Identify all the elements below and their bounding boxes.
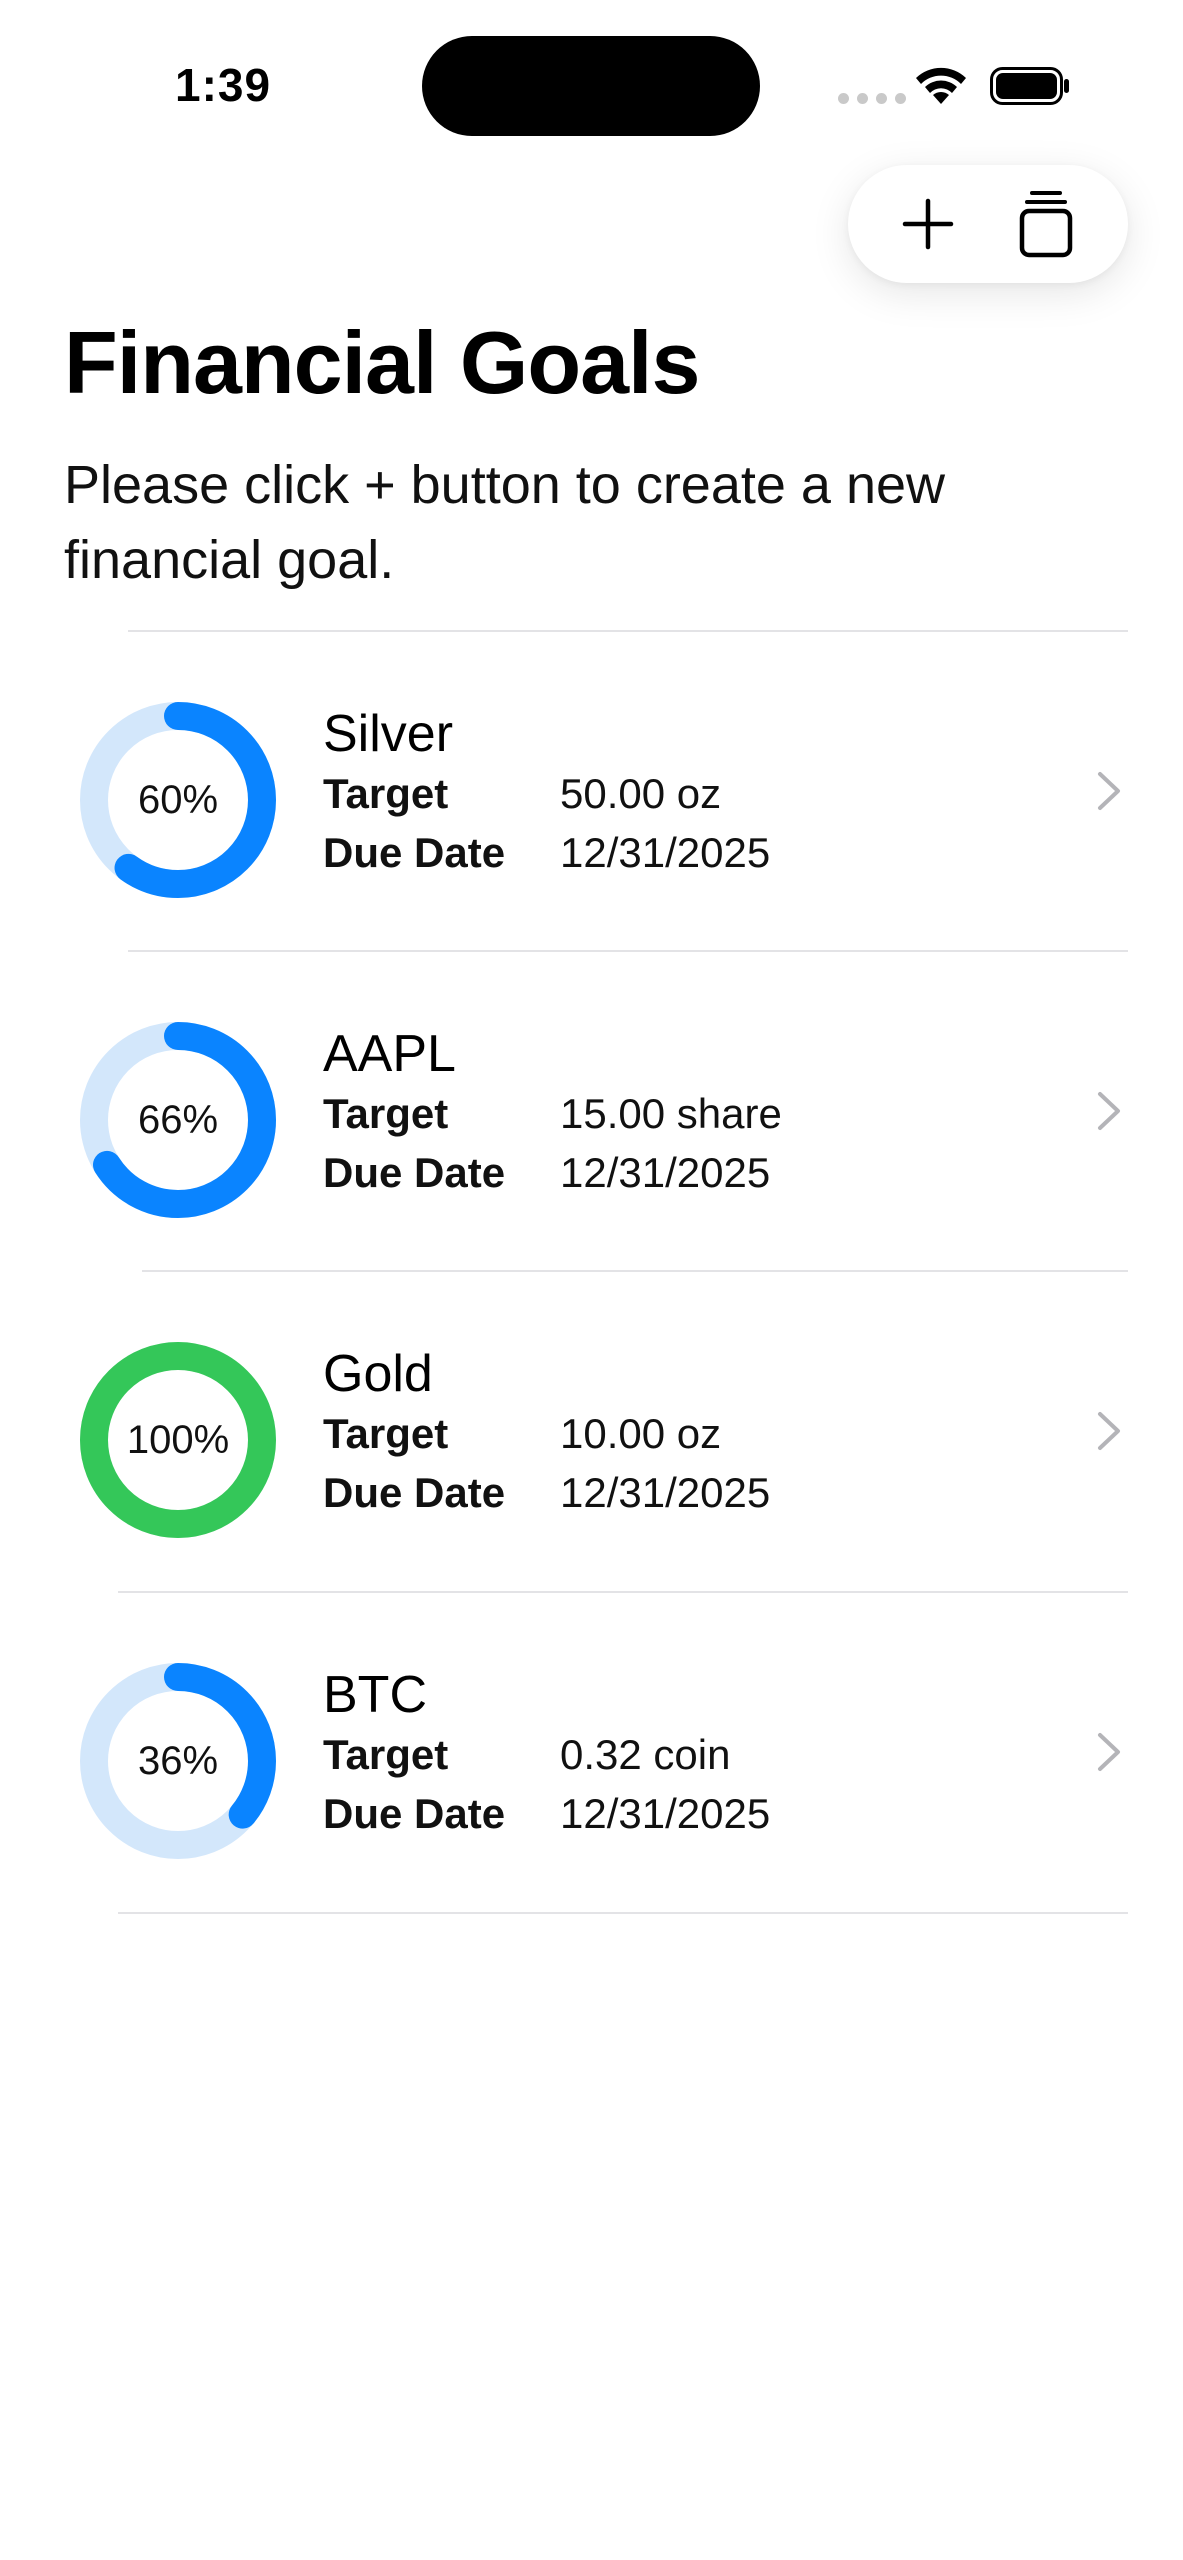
goal-name: Gold	[323, 1345, 433, 1403]
target-label: Target	[323, 1731, 449, 1778]
due-date-label: Due Date	[323, 1149, 506, 1196]
target-value: 10.00 oz	[560, 1410, 722, 1457]
page-title: Financial Goals	[64, 313, 700, 412]
dynamic-island	[422, 36, 760, 136]
due-date-label: Due Date	[323, 829, 506, 876]
status-bar: 1:39	[0, 0, 1183, 170]
page-subtitle: Please click + button to create a new fi…	[64, 455, 946, 590]
due-date-value: 12/31/2025	[560, 829, 771, 876]
goal-name: BTC	[323, 1666, 427, 1724]
status-time: 1:39	[175, 59, 272, 111]
progress-ring: 100%	[78, 1340, 278, 1540]
progress-percent: 36%	[137, 1738, 219, 1783]
chevron-right-icon	[1098, 1733, 1120, 1771]
target-value: 0.32 coin	[560, 1731, 731, 1778]
goal-name: Silver	[323, 705, 454, 763]
goal-row[interactable]: 60% Silver Target 50.00 oz Due Date 12/3…	[0, 632, 1183, 952]
progress-percent: 66%	[137, 1097, 219, 1142]
toolbar	[848, 165, 1128, 283]
target-label: Target	[323, 770, 449, 817]
due-date-value: 12/31/2025	[560, 1149, 771, 1196]
goal-name: AAPL	[323, 1025, 456, 1083]
due-date-value: 12/31/2025	[560, 1790, 771, 1837]
due-date-value: 12/31/2025	[560, 1469, 771, 1516]
due-date-label: Due Date	[323, 1469, 506, 1516]
plus-icon	[902, 198, 954, 250]
target-label: Target	[323, 1090, 449, 1137]
chevron-right-icon	[1098, 1412, 1120, 1450]
chevron-right-icon	[1098, 1092, 1120, 1130]
progress-ring: 36%	[78, 1661, 278, 1861]
target-label: Target	[323, 1410, 449, 1457]
stack-button[interactable]	[991, 165, 1101, 283]
stack-icon	[1019, 191, 1073, 258]
add-goal-button[interactable]	[873, 165, 983, 283]
goal-row[interactable]: 100% Gold Target 10.00 oz Due Date 12/31…	[0, 1272, 1183, 1592]
target-value: 50.00 oz	[560, 770, 722, 817]
progress-percent: 60%	[137, 777, 219, 822]
wifi-icon	[916, 67, 966, 104]
progress-percent: 100%	[126, 1417, 230, 1462]
progress-ring: 60%	[78, 700, 278, 900]
progress-ring: 66%	[78, 1020, 278, 1220]
goal-row[interactable]: 36% BTC Target 0.32 coin Due Date 12/31/…	[0, 1593, 1183, 1913]
cellular-signal-icon	[838, 93, 906, 104]
goal-row[interactable]: 66% AAPL Target 15.00 share Due Date 12/…	[0, 952, 1183, 1272]
battery-icon	[990, 67, 1069, 105]
chevron-right-icon	[1098, 772, 1120, 810]
due-date-label: Due Date	[323, 1790, 506, 1837]
target-value: 15.00 share	[560, 1090, 782, 1137]
